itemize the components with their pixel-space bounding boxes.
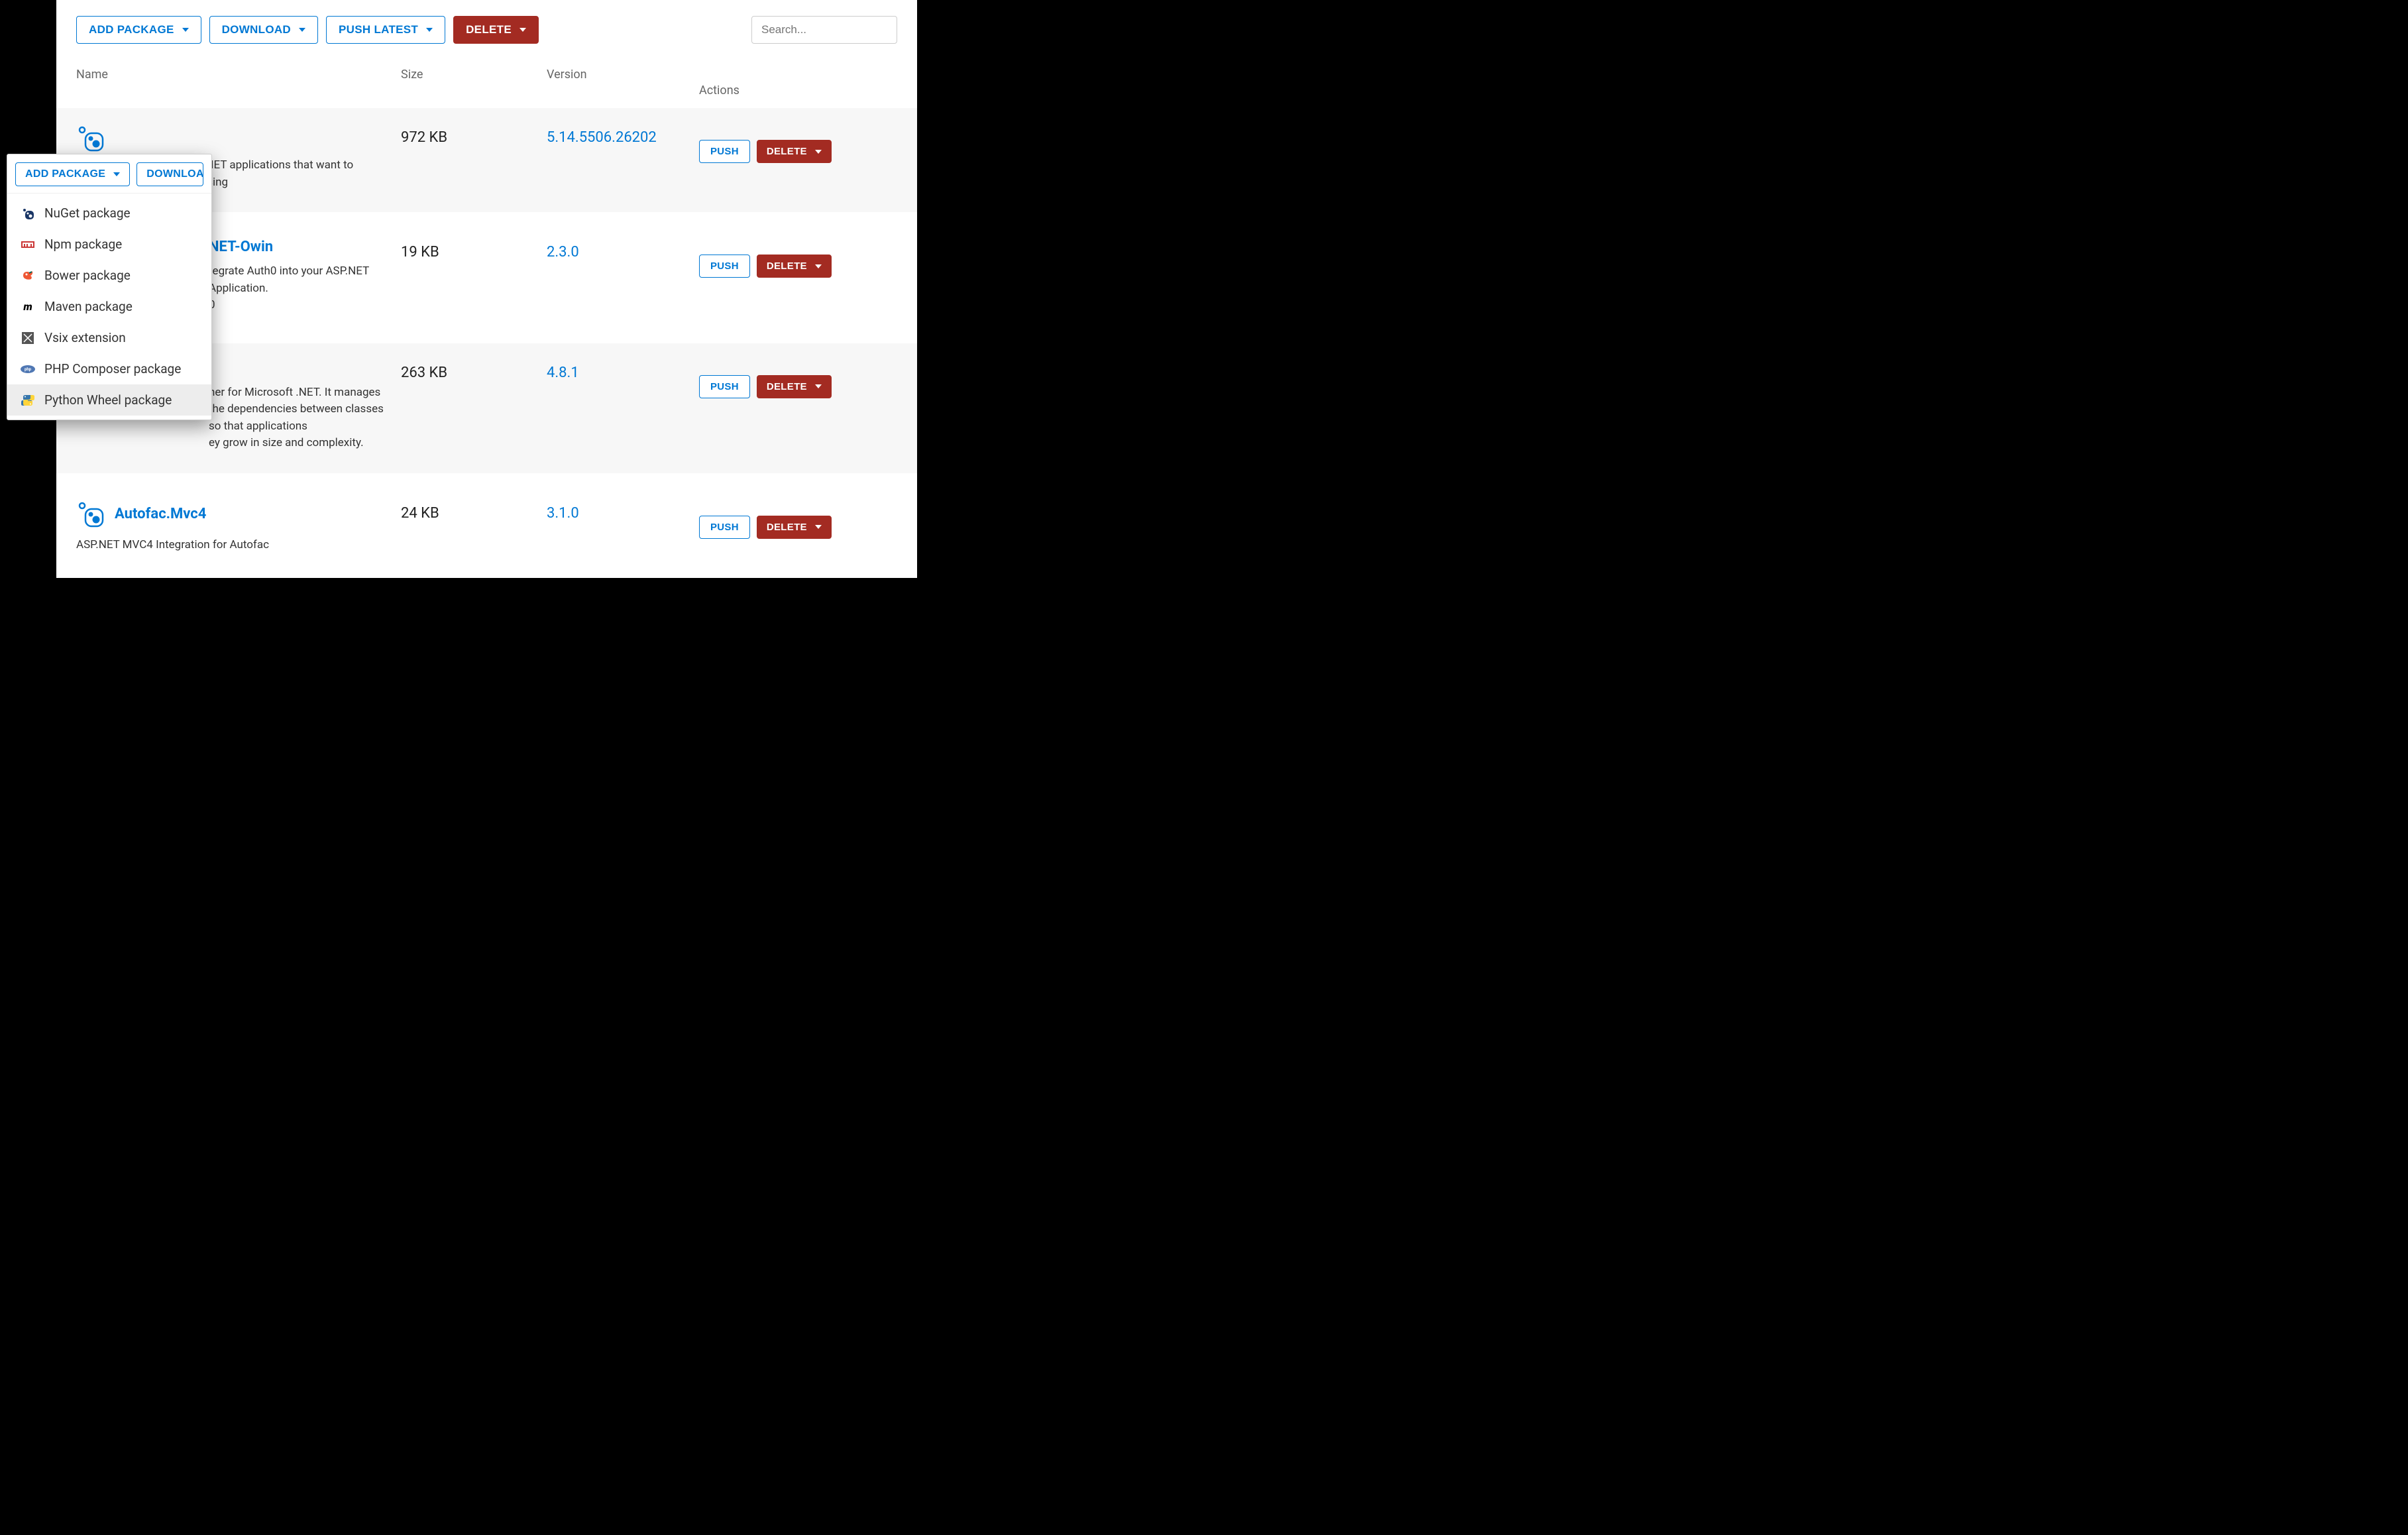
menu-item-label: Python Wheel package (44, 392, 172, 408)
chevron-down-icon (815, 264, 822, 268)
menu-item-nuget[interactable]: NuGet package (7, 198, 211, 229)
menu-item-label: NuGet package (44, 205, 131, 221)
package-description: ner for Microsoft .NET. It manages the d… (209, 384, 388, 435)
push-button[interactable]: PUSH (699, 375, 750, 398)
search-input[interactable] (751, 16, 897, 44)
download-label: DOWNLOAD (222, 23, 291, 36)
toolbar: ADD PACKAGE DOWNLOAD PUSH LATEST DELETE (56, 0, 917, 57)
nuget-icon (76, 124, 105, 153)
vsix-icon (21, 331, 35, 345)
overlay-toolbar: ADD PACKAGE DOWNLOA (7, 154, 211, 194)
delete-label: DELETE (767, 146, 807, 157)
row-delete-button[interactable]: DELETE (757, 255, 832, 278)
chevron-down-icon (113, 172, 120, 176)
package-version[interactable]: 2.3.0 (547, 239, 699, 260)
col-version-header: Version (547, 68, 699, 97)
python-icon (21, 393, 35, 408)
chevron-down-icon (520, 28, 526, 32)
delete-label: DELETE (466, 23, 512, 36)
package-version[interactable]: 3.1.0 (547, 500, 699, 522)
menu-item-label: Vsix extension (44, 330, 126, 345)
add-package-label: ADD PACKAGE (89, 23, 174, 36)
package-version[interactable]: 4.8.1 (547, 359, 699, 381)
menu-item-npm[interactable]: Npm package (7, 229, 211, 260)
package-description: ASP.NET MVC4 Integration for Autofac (76, 537, 388, 554)
package-size: 263 KB (401, 359, 547, 381)
add-package-label: ADD PACKAGE (25, 168, 105, 180)
chevron-down-icon (815, 525, 822, 529)
package-version[interactable]: 5.14.5506.26202 (547, 124, 699, 146)
nuget-icon (21, 206, 35, 221)
row-delete-button[interactable]: DELETE (757, 516, 832, 539)
menu-item-vsix[interactable]: Vsix extension (7, 322, 211, 353)
menu-item-label: PHP Composer package (44, 361, 181, 376)
menu-item-maven[interactable]: m Maven package (7, 291, 211, 322)
push-button[interactable]: PUSH (699, 516, 750, 539)
download-label: DOWNLOA (146, 168, 203, 180)
package-name[interactable]: NET-Owin (209, 239, 273, 255)
php-icon: php (21, 362, 35, 376)
push-latest-label: PUSH LATEST (339, 23, 418, 36)
push-button[interactable]: PUSH (699, 140, 750, 163)
package-size: 24 KB (401, 500, 547, 522)
table-header: Name Size Version Actions (56, 57, 917, 108)
menu-item-label: Maven package (44, 299, 133, 314)
chevron-down-icon (426, 28, 433, 32)
delete-label: DELETE (767, 522, 807, 533)
push-latest-button[interactable]: PUSH LATEST (326, 16, 445, 44)
chevron-down-icon (182, 28, 189, 32)
nuget-icon (76, 500, 105, 529)
maven-icon: m (21, 300, 35, 314)
package-description: tegrate Auth0 into your ASP.NET Applicat… (209, 263, 388, 297)
package-size: 19 KB (401, 239, 547, 260)
menu-item-bower[interactable]: Bower package (7, 260, 211, 291)
menu-item-label: Npm package (44, 237, 122, 252)
bower-icon (21, 268, 35, 283)
menu-item-label: Bower package (44, 268, 131, 283)
package-size: 972 KB (401, 124, 547, 146)
col-name-header: Name (76, 68, 401, 97)
npm-icon (21, 237, 35, 252)
row-delete-button[interactable]: DELETE (757, 140, 832, 163)
add-package-button[interactable]: ADD PACKAGE (76, 16, 201, 44)
overlay-download-button[interactable]: DOWNLOA (137, 162, 203, 186)
delete-label: DELETE (767, 260, 807, 272)
col-size-header: Size (401, 68, 547, 97)
table-row: Autofac.Mvc4 ASP.NET MVC4 Integration fo… (56, 473, 917, 575)
delete-label: DELETE (767, 381, 807, 392)
chevron-down-icon (815, 384, 822, 388)
svg-text:php: php (25, 367, 32, 372)
col-actions-header: Actions (699, 68, 897, 97)
push-button[interactable]: PUSH (699, 255, 750, 278)
delete-button[interactable]: DELETE (453, 16, 539, 44)
menu-item-python[interactable]: Python Wheel package (7, 384, 211, 416)
add-package-dropdown: ADD PACKAGE DOWNLOA NuGet package Npm pa… (7, 154, 212, 420)
menu-item-php[interactable]: php PHP Composer package (7, 353, 211, 384)
row-delete-button[interactable]: DELETE (757, 375, 832, 398)
package-type-menu: NuGet package Npm package Bower package … (7, 194, 211, 420)
package-description-line2: 0 (209, 297, 388, 314)
overlay-add-package-button[interactable]: ADD PACKAGE (15, 162, 130, 186)
package-description-line2: ey grow in size and complexity. (209, 435, 388, 452)
chevron-down-icon (815, 150, 822, 154)
chevron-down-icon (299, 28, 305, 32)
download-button[interactable]: DOWNLOAD (209, 16, 318, 44)
package-name[interactable]: Autofac.Mvc4 (115, 506, 206, 522)
